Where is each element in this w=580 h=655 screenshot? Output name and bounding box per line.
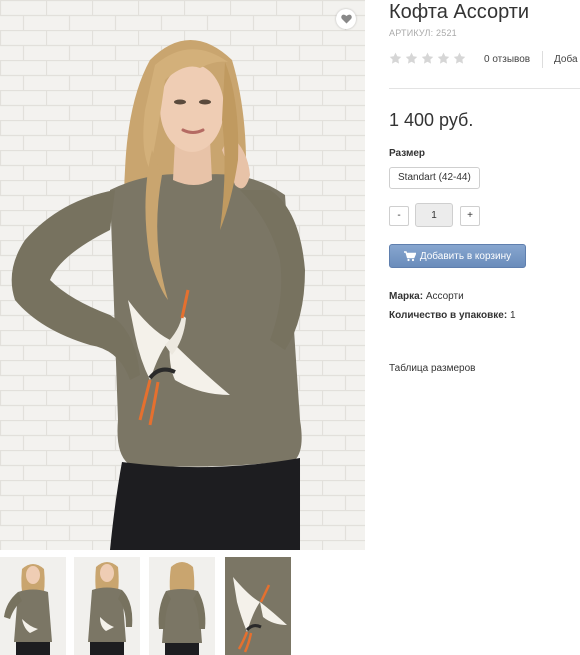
rating-stars[interactable] <box>389 52 466 65</box>
property-value: Ассорти <box>425 291 464 302</box>
thumbnail-1[interactable] <box>0 557 66 655</box>
star-icon <box>389 52 402 64</box>
main-product-image[interactable] <box>0 0 365 550</box>
product-sku: АРТИКУЛ: 2521 <box>389 28 457 38</box>
thumbnail-image <box>0 557 66 655</box>
size-table-link[interactable]: Таблица размеров <box>389 363 475 374</box>
thumbnail-image <box>225 557 291 655</box>
thumbnail-2[interactable] <box>74 557 140 655</box>
quantity-input[interactable]: 1 <box>415 203 453 227</box>
thumbnail-4[interactable] <box>225 557 291 655</box>
quantity-decrease-button[interactable]: - <box>389 206 409 226</box>
star-icon <box>405 52 418 64</box>
size-label: Размер <box>389 148 426 159</box>
add-to-cart-button[interactable]: Добавить в корзину <box>389 244 526 268</box>
property-brand: Марка: Ассорти <box>389 291 464 302</box>
favorite-button[interactable] <box>336 9 356 29</box>
heart-icon <box>340 14 352 24</box>
star-icon <box>421 52 434 64</box>
model-photo <box>0 0 365 550</box>
property-pack-quantity: Количество в упаковке: 1 <box>389 310 516 321</box>
quantity-increase-button[interactable]: + <box>460 206 480 226</box>
thumbnail-image <box>149 557 215 655</box>
reviews-link[interactable]: 0 отзывов <box>484 54 530 65</box>
thumbnail-3[interactable] <box>149 557 215 655</box>
star-icon <box>437 52 450 64</box>
property-name: Количество в упаковке: <box>389 310 508 321</box>
size-option[interactable]: Standart (42-44) <box>389 167 480 189</box>
thumbnail-image <box>74 557 140 655</box>
divider <box>542 51 543 68</box>
property-name: Марка: <box>389 291 424 302</box>
product-title: Кофта Ассорти <box>389 1 530 23</box>
cart-icon <box>403 250 416 261</box>
product-price: 1 400 руб. <box>389 110 474 130</box>
add-review-link[interactable]: Доба <box>554 54 578 65</box>
add-to-cart-label: Добавить в корзину <box>419 250 512 262</box>
star-icon <box>453 52 466 64</box>
divider <box>389 88 580 89</box>
property-value: 1 <box>509 310 516 321</box>
